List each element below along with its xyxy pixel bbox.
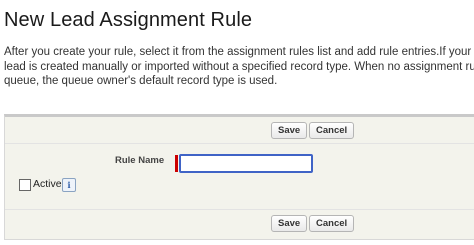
bottom-button-row: Save Cancel	[5, 209, 474, 236]
cancel-button-bottom[interactable]: Cancel	[309, 215, 355, 232]
rule-edit-panel: Save Cancel Rule Name Active i Save Canc…	[4, 114, 474, 240]
info-icon[interactable]: i	[62, 178, 76, 192]
description-line: After you create your rule, select it fr…	[4, 46, 474, 58]
page-title: New Lead Assignment Rule	[4, 9, 253, 31]
save-button-top[interactable]: Save	[271, 122, 308, 139]
rule-name-input[interactable]	[179, 154, 313, 173]
description-line: lead is created manually or imported wit…	[4, 60, 474, 73]
required-indicator	[175, 155, 178, 172]
assignment-rule-page: New Lead Assignment Rule After you creat…	[0, 0, 474, 245]
top-button-row: Save Cancel	[5, 117, 474, 144]
active-checkbox[interactable]	[19, 179, 31, 191]
cancel-button-top[interactable]: Cancel	[309, 122, 355, 139]
description-line: queue, the queue owner's default record …	[4, 75, 278, 87]
page-description: After you create your rule, select it fr…	[4, 45, 474, 89]
active-label: Active	[33, 178, 62, 190]
rule-name-label: Rule Name	[115, 155, 165, 166]
save-button-bottom[interactable]: Save	[271, 215, 308, 232]
